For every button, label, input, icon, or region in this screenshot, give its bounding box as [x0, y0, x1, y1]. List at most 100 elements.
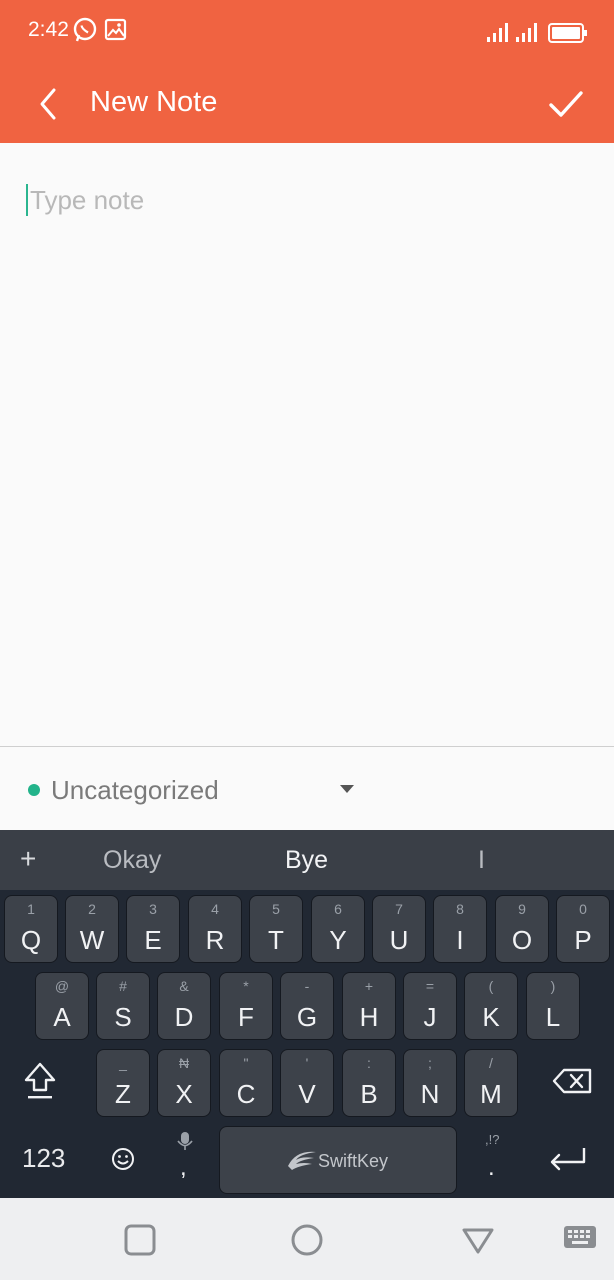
key-label: B	[360, 1079, 378, 1109]
period-key[interactable]: ,!? .	[478, 1132, 508, 1186]
key-p[interactable]: 0P	[556, 895, 610, 963]
suggestion-2[interactable]: Bye	[285, 846, 328, 875]
key-hint: '	[305, 1055, 309, 1071]
gallery-icon	[104, 18, 127, 41]
microphone-icon	[177, 1132, 193, 1150]
note-editor-area[interactable]	[0, 143, 614, 746]
key-d[interactable]: & D	[157, 972, 211, 1040]
recent-apps-icon[interactable]	[120, 1220, 160, 1260]
status-bar: 2:42	[0, 0, 614, 62]
key-label: E	[144, 925, 162, 955]
key-q[interactable]: 1Q	[4, 895, 58, 963]
back-button[interactable]	[28, 80, 72, 128]
shift-key[interactable]	[18, 1056, 62, 1106]
key-u[interactable]: 7U	[372, 895, 426, 963]
text-cursor	[26, 184, 28, 216]
key-label: V	[298, 1079, 316, 1109]
category-label: Uncategorized	[51, 775, 219, 805]
key-z[interactable]: _ Z	[96, 1049, 150, 1117]
suggestion-3[interactable]: I	[478, 846, 485, 875]
numbers-key[interactable]: 123	[22, 1143, 65, 1174]
key-label: G	[296, 1002, 318, 1032]
battery-icon	[548, 23, 587, 43]
key-label: J	[423, 1002, 437, 1032]
key-label: I	[456, 925, 464, 955]
toolbar-expand-button[interactable]: +	[20, 843, 36, 875]
key-hint: ,!?	[485, 1132, 500, 1147]
screen: 2:42 New Note Type note Uncategorized + …	[0, 0, 614, 1280]
note-input[interactable]	[30, 180, 590, 220]
back-triangle-icon[interactable]	[458, 1220, 498, 1260]
key-g[interactable]: -G	[280, 972, 334, 1040]
key-w[interactable]: 2W	[65, 895, 119, 963]
key-hint: @	[54, 978, 70, 994]
key-f[interactable]: * F	[219, 972, 273, 1040]
key-hint: -	[304, 978, 310, 994]
keyboard: + Okay Bye I 1Q 2W 3E 4R 5T 6Y 7U 8I 9O …	[0, 830, 614, 1198]
key-hint: ;	[428, 1055, 432, 1071]
check-icon	[549, 91, 583, 117]
backspace-icon	[552, 1068, 592, 1094]
comma-key[interactable]: ,	[170, 1130, 200, 1186]
suggestion-1[interactable]: Okay	[103, 846, 161, 875]
key-a[interactable]: @ A	[35, 972, 89, 1040]
key-hint: 4	[211, 901, 219, 917]
key-hint: 8	[456, 901, 464, 917]
key-label: D	[174, 1002, 194, 1032]
page-title: New Note	[90, 86, 218, 118]
key-hint: =	[425, 978, 435, 994]
key-label: K	[482, 1002, 500, 1032]
save-button[interactable]	[540, 80, 592, 128]
key-l[interactable]: ) L	[526, 972, 580, 1040]
key-label: O	[511, 925, 533, 955]
signal-icon	[487, 23, 508, 42]
key-hint: 7	[395, 901, 403, 917]
key-e[interactable]: 3E	[126, 895, 180, 963]
key-k[interactable]: (K	[464, 972, 518, 1040]
key-n[interactable]: ; N	[403, 1049, 457, 1117]
key-label: S	[114, 1002, 132, 1032]
key-hint: 5	[272, 901, 280, 917]
category-dropdown[interactable]: Uncategorized	[0, 747, 614, 830]
home-icon[interactable]	[287, 1220, 327, 1260]
key-y[interactable]: 6Y	[311, 895, 365, 963]
category-color-dot	[28, 784, 40, 796]
key-s[interactable]: # S	[96, 972, 150, 1040]
chevron-left-icon	[40, 88, 56, 120]
key-label: L	[545, 1002, 561, 1032]
key-v[interactable]: ' V	[280, 1049, 334, 1117]
space-bar-label: SwiftKey	[318, 1151, 389, 1171]
key-o[interactable]: 9O	[495, 895, 549, 963]
shift-icon	[24, 1062, 56, 1099]
key-hint: 1	[27, 901, 35, 917]
key-c[interactable]: " C	[219, 1049, 273, 1117]
key-hint: 2	[88, 901, 96, 917]
key-hint: )	[550, 978, 556, 994]
key-j[interactable]: = J	[403, 972, 457, 1040]
emoji-key[interactable]	[108, 1144, 138, 1174]
key-label: X	[175, 1079, 193, 1109]
whatsapp-icon	[73, 17, 97, 42]
key-label: R	[205, 925, 225, 955]
key-i[interactable]: 8I	[433, 895, 487, 963]
key-hint: ₦	[178, 1055, 190, 1071]
key-r[interactable]: 4R	[188, 895, 242, 963]
key-hint: "	[243, 1055, 249, 1071]
key-label: M	[480, 1079, 502, 1109]
key-label: Q	[20, 925, 42, 955]
key-hint: *	[243, 978, 249, 994]
key-label: C	[236, 1079, 256, 1109]
period-label: .	[488, 1154, 495, 1181]
key-b[interactable]: :B	[342, 1049, 396, 1117]
key-hint: &	[179, 978, 189, 994]
enter-key[interactable]	[546, 1140, 590, 1178]
keyboard-switch-icon[interactable]	[562, 1224, 598, 1252]
key-label: P	[574, 925, 592, 955]
key-m[interactable]: / M	[464, 1049, 518, 1117]
backspace-key[interactable]	[550, 1062, 596, 1100]
key-h[interactable]: + H	[342, 972, 396, 1040]
key-t[interactable]: 5T	[249, 895, 303, 963]
key-hint: /	[489, 1055, 493, 1071]
key-label: A	[53, 1002, 71, 1032]
key-x[interactable]: ₦ X	[157, 1049, 211, 1117]
